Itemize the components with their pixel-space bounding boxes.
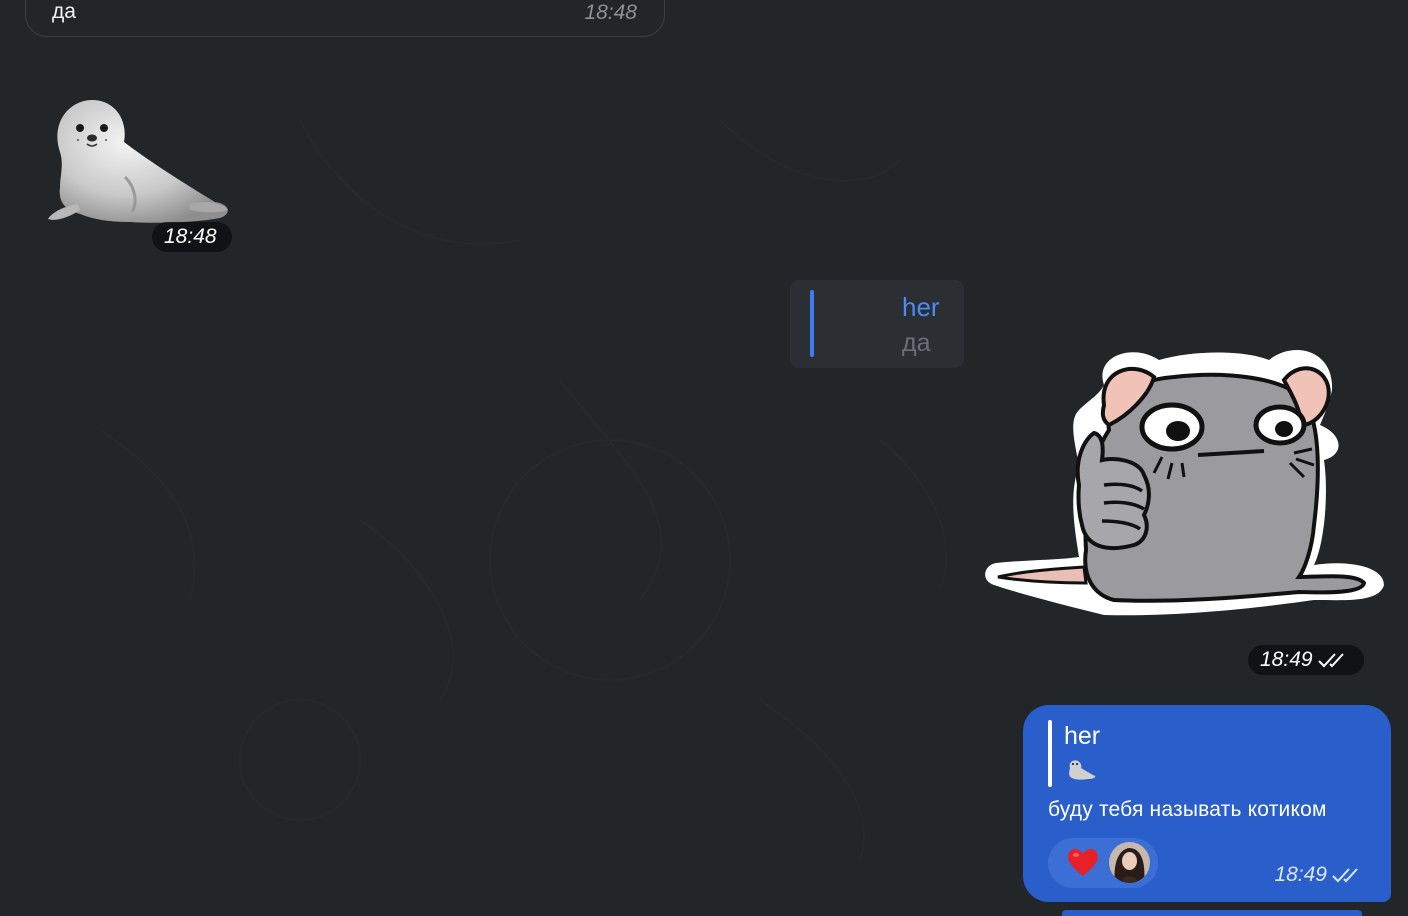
next-message-edge: [1062, 910, 1362, 916]
heart-icon: [1068, 849, 1098, 876]
seal-icon: [48, 100, 228, 223]
quote-accent-bar: [1048, 720, 1052, 787]
quote-text: [1066, 758, 1098, 788]
avatar: [1109, 842, 1150, 883]
message-time: 18:49: [1274, 863, 1363, 887]
rat-sticker[interactable]: [984, 345, 1386, 623]
message-text: буду тебя называть котиком: [1048, 798, 1327, 821]
outgoing-message-bubble[interactable]: her буду тебя называть котиком 18:49: [1023, 705, 1391, 902]
message-time: 18:48: [584, 1, 637, 24]
time-label: 18:49: [1260, 648, 1313, 671]
message-text: да: [52, 0, 76, 23]
reply-author: her: [902, 292, 940, 322]
reply-text: да: [902, 329, 931, 357]
seal-sticker[interactable]: [40, 92, 240, 237]
seal-emoji-icon: [1069, 760, 1096, 780]
reaction-chip[interactable]: [1048, 838, 1158, 888]
double-check-icon: [1332, 868, 1358, 883]
incoming-message-bubble[interactable]: да 18:48: [25, 0, 665, 37]
quote-author: her: [1064, 722, 1101, 750]
rat-thumbs-up-icon: [985, 350, 1384, 616]
sticker-time: 18:48: [152, 222, 232, 252]
time-label: 18:49: [1274, 863, 1327, 886]
avatar-image: [1109, 842, 1150, 883]
reply-preview[interactable]: her да: [790, 280, 964, 368]
double-check-icon: [1317, 653, 1344, 668]
reply-accent-bar: [810, 290, 814, 357]
sticker-time: 18:49: [1248, 645, 1364, 675]
